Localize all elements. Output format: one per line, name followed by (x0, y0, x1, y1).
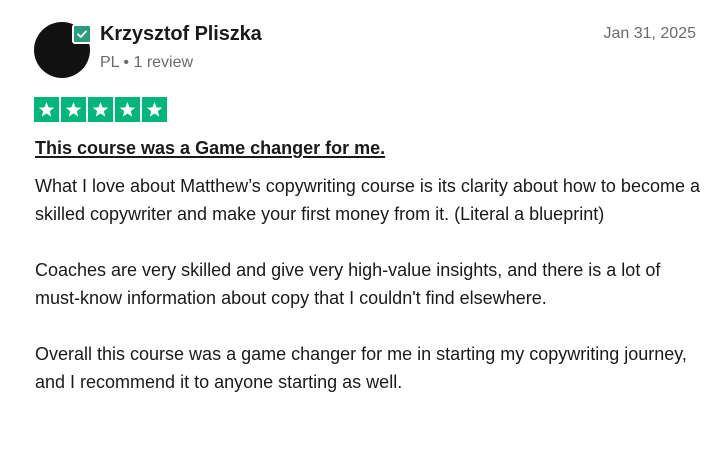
reviewer-meta: PL • 1 review (100, 54, 194, 71)
star-rating (34, 97, 167, 122)
star-icon (34, 97, 59, 122)
review-title[interactable]: This course was a Game changer for me. (35, 138, 385, 159)
review-paragraph: What I love about Matthew’s copywriting … (35, 176, 700, 224)
star-icon (88, 97, 113, 122)
review-paragraph: Overall this course was a game changer f… (35, 344, 687, 392)
review-paragraph: Coaches are very skilled and give very h… (35, 260, 661, 308)
review-date: Jan 31, 2025 (603, 25, 696, 42)
star-icon (115, 97, 140, 122)
star-icon (61, 97, 86, 122)
star-icon (142, 97, 167, 122)
verified-check-icon (72, 24, 92, 44)
review-body: What I love about Matthew’s copywriting … (35, 172, 700, 396)
reviewer-name[interactable]: Krzysztof Pliszka (100, 23, 262, 46)
